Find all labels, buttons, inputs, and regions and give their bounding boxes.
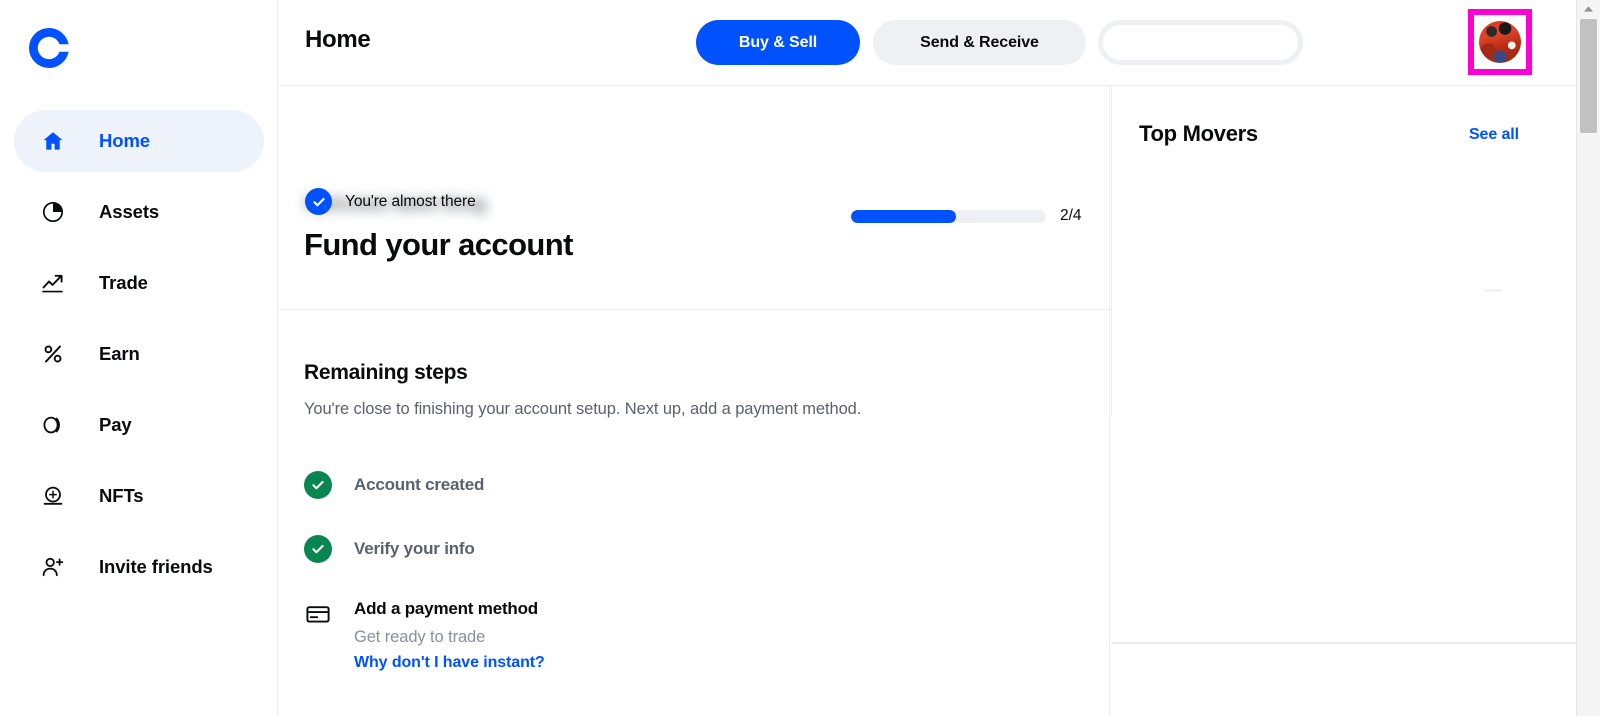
- sidebar-item-label: Invite friends: [99, 556, 213, 577]
- sidebar-item-invite-friends[interactable]: Invite friends: [14, 536, 264, 598]
- sidebar-item-nfts[interactable]: NFTs: [14, 465, 264, 527]
- step-text-group: Add a payment method Get ready to trade …: [354, 598, 545, 672]
- avatar-highlight-box[interactable]: [1468, 9, 1532, 75]
- coinbase-home-app: Home Assets Trade Earn Pay NFTs Invite f…: [0, 0, 1600, 716]
- sidebar-item-assets[interactable]: Assets: [14, 181, 264, 243]
- search-field-wrapper[interactable]: [1098, 20, 1303, 65]
- top-movers-loading-placeholder: [1484, 289, 1502, 292]
- nft-icon: [40, 483, 66, 509]
- remaining-steps-title: Remaining steps: [304, 361, 468, 384]
- vertical-scrollbar[interactable]: [1576, 0, 1600, 716]
- pie-chart-icon: [40, 199, 66, 225]
- home-icon: [40, 128, 66, 154]
- step-account-created[interactable]: Account created: [304, 471, 484, 499]
- sidebar-item-label: Trade: [99, 272, 148, 293]
- sidebar-item-label: Pay: [99, 414, 132, 435]
- sidebar-item-label: Assets: [99, 201, 160, 222]
- almost-there-row: You're almost there: [305, 188, 476, 215]
- progress-fill: [851, 209, 957, 223]
- avatar[interactable]: [1479, 21, 1521, 63]
- fund-account-title: Fund your account: [304, 227, 573, 262]
- panel-divider: [1111, 86, 1112, 416]
- percent-icon: [40, 341, 66, 367]
- sidebar: Home Assets Trade Earn Pay NFTs Invite f…: [0, 0, 278, 716]
- fund-account-card: You're almost there Fund your account 2/…: [278, 161, 1109, 310]
- send-receive-button[interactable]: Send & Receive: [873, 20, 1086, 65]
- sidebar-item-label: Home: [99, 130, 150, 151]
- step-label: Account created: [354, 475, 485, 494]
- onboarding-progress: 2/4: [851, 207, 1082, 225]
- instant-help-link[interactable]: Why don't I have instant?: [354, 654, 545, 672]
- step-label: Verify your info: [354, 539, 475, 558]
- vertical-scroll-thumb[interactable]: [1580, 19, 1597, 133]
- step-label: Add a payment method: [354, 599, 538, 618]
- sidebar-item-trade[interactable]: Trade: [14, 252, 264, 314]
- top-movers-card: Top Movers See all: [1111, 86, 1576, 643]
- coinbase-logo-icon[interactable]: [26, 22, 78, 74]
- almost-there-label: You're almost there: [345, 192, 476, 210]
- step-sublabel: Get ready to trade: [354, 628, 486, 646]
- trend-up-icon: [40, 270, 66, 296]
- sidebar-nav: Home Assets Trade Earn Pay NFTs Invite f…: [0, 110, 278, 607]
- top-movers-title: Top Movers: [1139, 121, 1258, 146]
- step-add-payment-method[interactable]: Add a payment method Get ready to trade …: [304, 598, 545, 672]
- main-content: Welcome back Greg You're almost there Fu…: [278, 86, 1110, 716]
- step-verify-info[interactable]: Verify your info: [304, 535, 475, 563]
- sidebar-item-label: Earn: [99, 343, 140, 364]
- page-title: Home: [305, 26, 371, 53]
- progress-label: 2/4: [1060, 207, 1082, 224]
- person-add-icon: [40, 554, 66, 580]
- check-circle-green-icon: [304, 471, 332, 499]
- check-circle-blue-icon: [305, 188, 332, 215]
- credit-card-icon: [304, 600, 332, 628]
- sidebar-item-earn[interactable]: Earn: [14, 323, 264, 385]
- top-movers-see-all-link[interactable]: See all: [1469, 126, 1519, 144]
- progress-track: [851, 209, 1046, 223]
- sidebar-item-label: NFTs: [99, 485, 144, 506]
- buy-sell-button[interactable]: Buy & Sell: [696, 20, 860, 65]
- top-header: Home Buy & Sell Send & Receive: [278, 0, 1576, 86]
- right-panel: Top Movers See all: [1111, 86, 1576, 716]
- pay-circle-icon: [40, 412, 66, 438]
- remaining-steps-subtitle: You're close to finishing your account s…: [304, 400, 862, 418]
- search-input[interactable]: [1103, 25, 1298, 60]
- check-circle-green-icon: [304, 535, 332, 563]
- sidebar-item-pay[interactable]: Pay: [14, 394, 264, 456]
- chevron-up-icon[interactable]: [1577, 0, 1600, 18]
- right-panel-divider: [1111, 643, 1576, 644]
- sidebar-item-home[interactable]: Home: [14, 110, 264, 172]
